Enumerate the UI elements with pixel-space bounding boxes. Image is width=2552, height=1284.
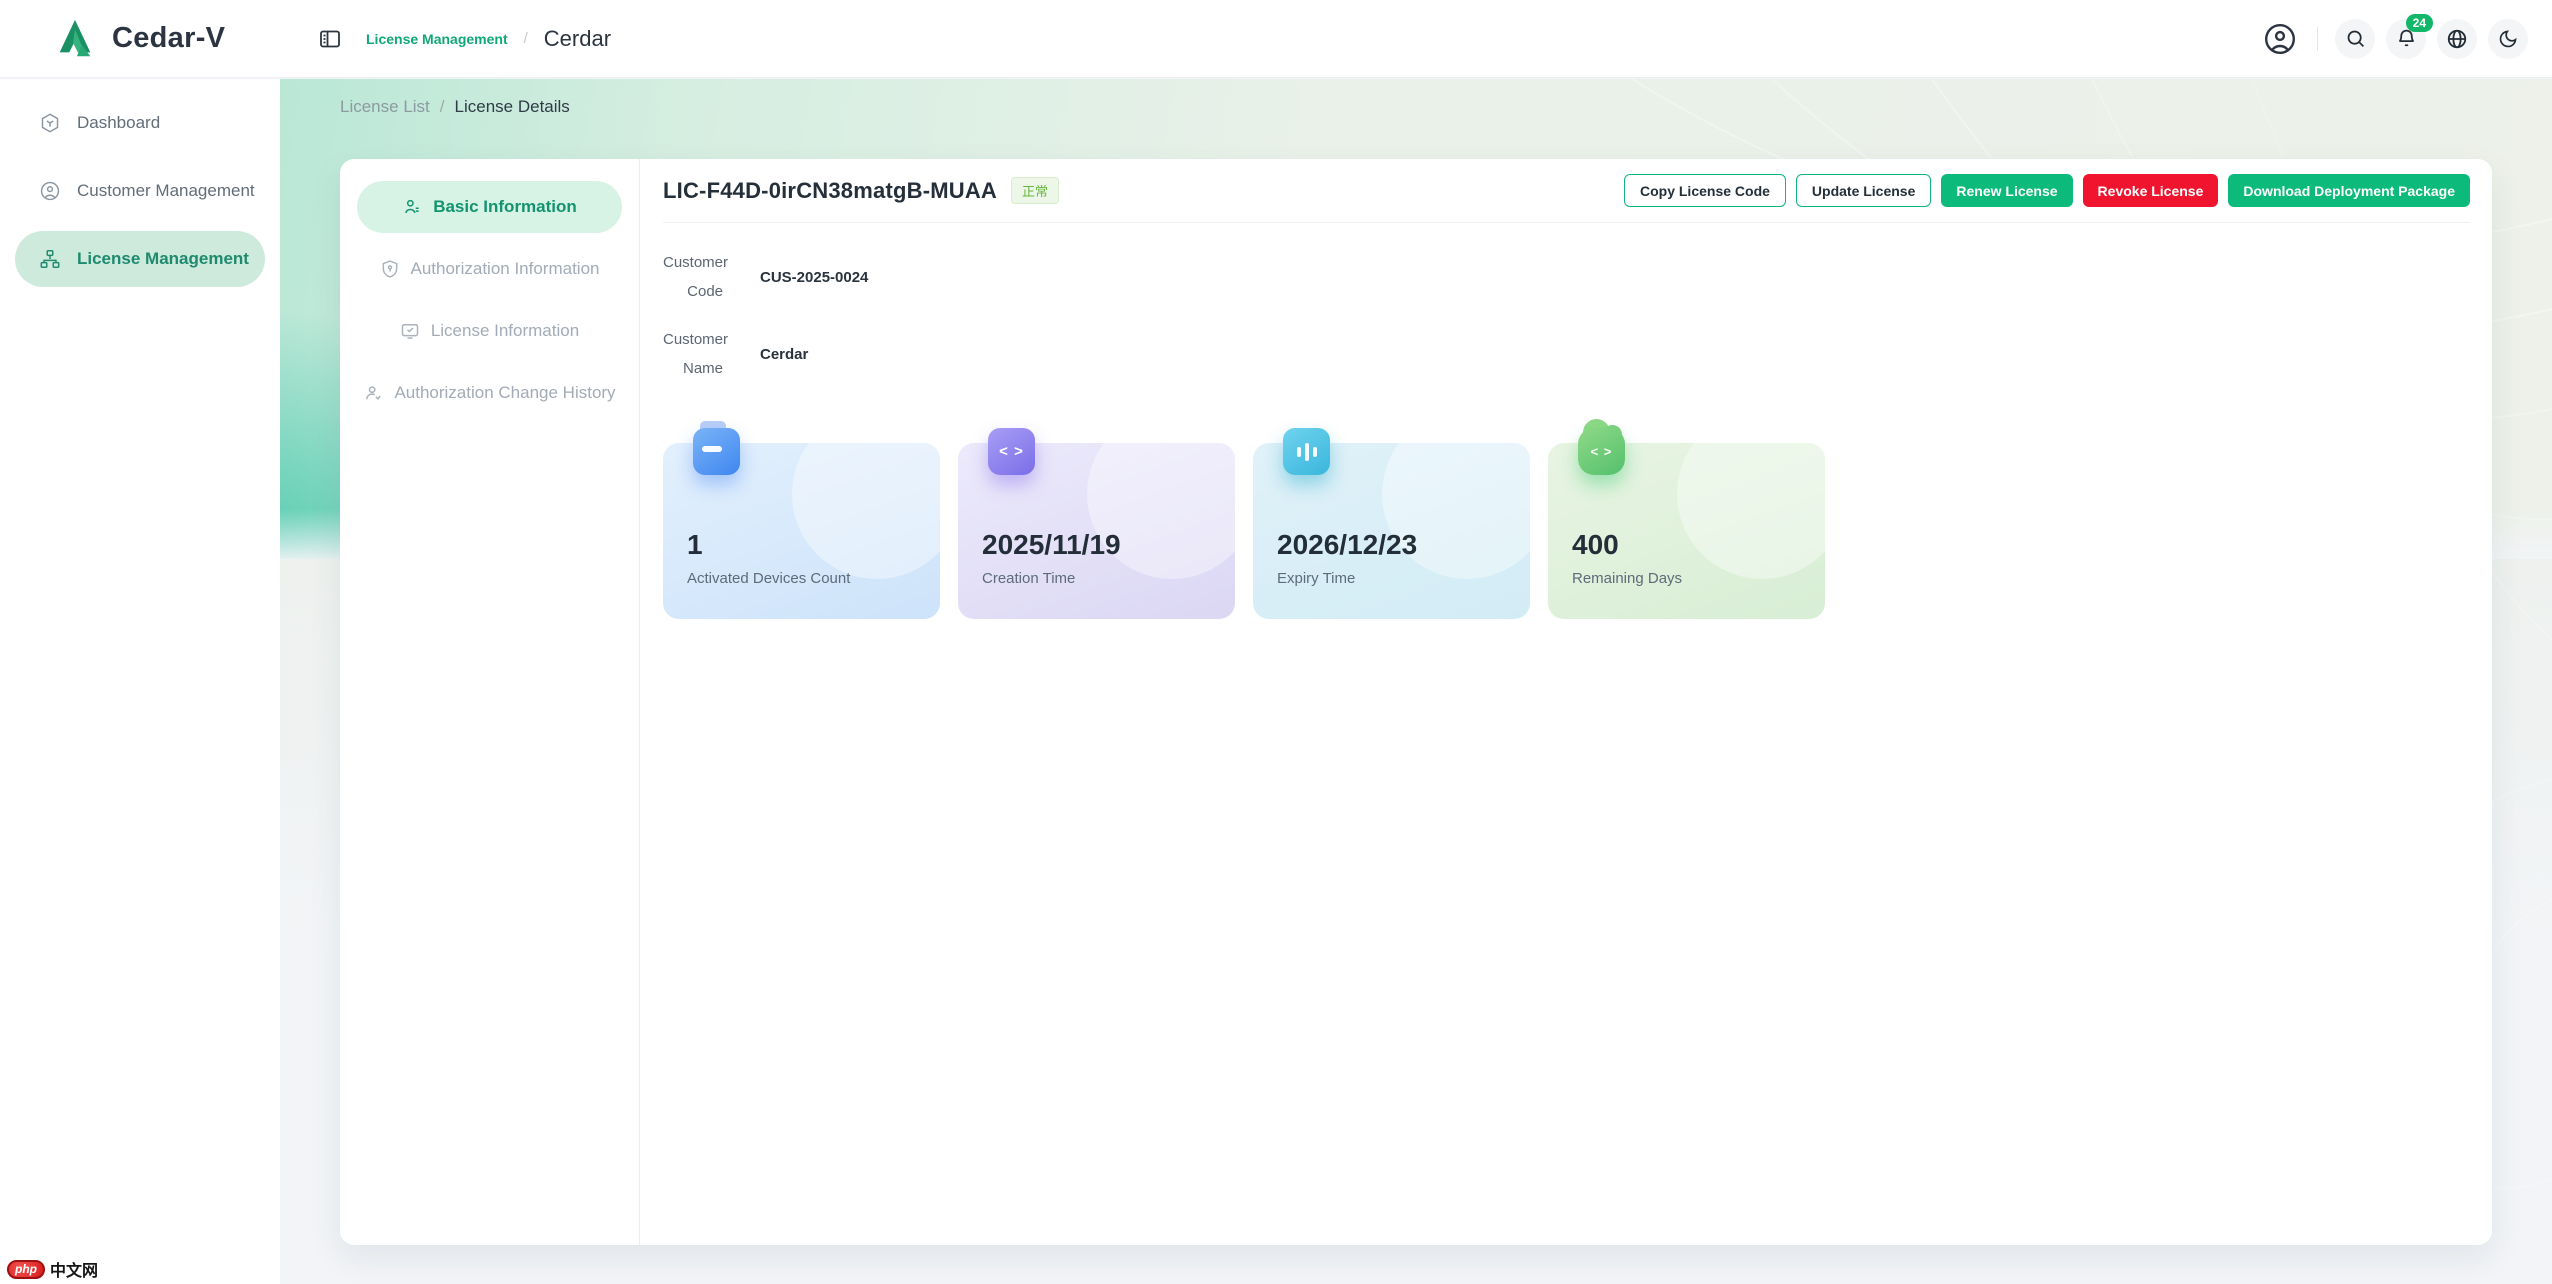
monitor-check-icon bbox=[400, 321, 420, 341]
user-icon bbox=[39, 180, 61, 202]
license-actions: Copy License Code Update License Renew L… bbox=[1624, 174, 2470, 207]
tab-authorization-information[interactable]: Authorization Information bbox=[357, 243, 622, 295]
basic-info-fields: Customer Code CUS-2025-0024 Customer Nam… bbox=[663, 247, 2470, 401]
topbar-breadcrumb-separator: / bbox=[524, 30, 528, 47]
folder-minus-icon bbox=[693, 428, 740, 475]
tab-label: Authorization Information bbox=[411, 259, 600, 279]
download-deployment-package-button[interactable]: Download Deployment Package bbox=[2228, 174, 2470, 207]
breadcrumb-license-list[interactable]: License List bbox=[340, 97, 430, 117]
brand-logo[interactable]: Cedar-V bbox=[0, 16, 280, 62]
revoke-license-button[interactable]: Revoke License bbox=[2083, 174, 2219, 207]
shield-key-icon bbox=[380, 259, 400, 279]
php-badge: php bbox=[7, 1260, 45, 1279]
breadcrumb: License List / License Details bbox=[340, 97, 570, 117]
cube-icon bbox=[39, 112, 61, 134]
customer-name-label: Customer Name bbox=[663, 325, 723, 383]
customer-code-row: Customer Code CUS-2025-0024 bbox=[663, 247, 2470, 307]
topbar: Cedar-V License Management / Cerdar 24 bbox=[0, 0, 2552, 78]
tab-authorization-change-history[interactable]: Authorization Change History bbox=[357, 367, 622, 419]
tab-license-information[interactable]: License Information bbox=[357, 305, 622, 357]
stat-remaining-days: < > 400 Remaining Days bbox=[1548, 443, 1825, 619]
topbar-breadcrumb-license-management[interactable]: License Management bbox=[366, 31, 508, 47]
breadcrumb-current: License Details bbox=[455, 97, 570, 117]
tab-label: Basic Information bbox=[433, 197, 577, 217]
sidebar: Dashboard Customer Management License Ma… bbox=[0, 79, 280, 1284]
content-area: License List / License Details Basic Inf… bbox=[280, 79, 2552, 1284]
search-icon[interactable] bbox=[2335, 19, 2375, 59]
user-card-icon bbox=[402, 197, 422, 217]
customer-name-row: Customer Name Cerdar bbox=[663, 324, 2470, 384]
breadcrumb-separator: / bbox=[440, 97, 445, 117]
stat-label: Remaining Days bbox=[1572, 570, 1801, 587]
stat-value: 2025/11/19 bbox=[982, 529, 1211, 561]
stat-creation-time: < > 2025/11/19 Creation Time bbox=[958, 443, 1235, 619]
topbar-divider bbox=[2317, 27, 2318, 51]
license-header: LIC-F44D-0irCN38matgB-MUAA 正常 Copy Licen… bbox=[663, 159, 2470, 223]
sitemap-icon bbox=[39, 248, 61, 270]
notification-count-badge: 24 bbox=[2406, 14, 2433, 32]
watermark-text: 中文网 bbox=[50, 1257, 98, 1281]
tab-label: Authorization Change History bbox=[394, 383, 615, 403]
sidebar-item-label: Customer Management bbox=[77, 181, 255, 201]
stat-value: 400 bbox=[1572, 529, 1801, 561]
stat-expiry-time: 2026/12/23 Expiry Time bbox=[1253, 443, 1530, 619]
copy-license-code-button[interactable]: Copy License Code bbox=[1624, 174, 1786, 207]
brand-name: Cedar-V bbox=[112, 22, 225, 55]
code-terminal-icon: < > bbox=[988, 428, 1035, 475]
pine-tree-logo-icon bbox=[52, 16, 98, 62]
update-license-button[interactable]: Update License bbox=[1796, 174, 1931, 207]
bell-icon[interactable]: 24 bbox=[2386, 19, 2426, 59]
stat-label: Activated Devices Count bbox=[687, 570, 916, 587]
renew-license-button[interactable]: Renew License bbox=[1941, 174, 2072, 207]
stat-cards: 1 Activated Devices Count < > 2025/11/19… bbox=[663, 443, 2470, 619]
customer-code-label: Customer Code bbox=[663, 248, 723, 306]
stat-label: Creation Time bbox=[982, 570, 1211, 587]
topbar-breadcrumb-current: Cerdar bbox=[544, 26, 611, 52]
license-code-title: LIC-F44D-0irCN38matgB-MUAA bbox=[663, 178, 997, 204]
stat-label: Expiry Time bbox=[1277, 570, 1506, 587]
customer-code-value: CUS-2025-0024 bbox=[760, 269, 868, 286]
sidebar-item-dashboard[interactable]: Dashboard bbox=[15, 95, 265, 151]
sidebar-item-label: Dashboard bbox=[77, 113, 160, 133]
detail-tabs: Basic Information Authorization Informat… bbox=[340, 159, 640, 1245]
sidebar-item-customer-management[interactable]: Customer Management bbox=[15, 163, 265, 219]
license-details-card: Basic Information Authorization Informat… bbox=[340, 159, 2492, 1245]
user-history-icon bbox=[363, 383, 383, 403]
moon-icon[interactable] bbox=[2488, 19, 2528, 59]
sidebar-item-license-management[interactable]: License Management bbox=[15, 231, 265, 287]
tab-label: License Information bbox=[431, 321, 579, 341]
globe-icon[interactable] bbox=[2437, 19, 2477, 59]
panel-toggle-icon[interactable] bbox=[310, 19, 350, 59]
cloud-code-icon: < > bbox=[1578, 428, 1625, 475]
php-cn-watermark: php 中文网 bbox=[7, 1257, 98, 1281]
status-badge: 正常 bbox=[1011, 177, 1059, 204]
stat-activated-devices: 1 Activated Devices Count bbox=[663, 443, 940, 619]
customer-name-value: Cerdar bbox=[760, 346, 808, 363]
tab-basic-information[interactable]: Basic Information bbox=[357, 181, 622, 233]
user-avatar-icon[interactable] bbox=[2260, 19, 2300, 59]
stat-value: 2026/12/23 bbox=[1277, 529, 1506, 561]
equalizer-icon bbox=[1283, 428, 1330, 475]
stat-value: 1 bbox=[687, 529, 916, 561]
sidebar-item-label: License Management bbox=[77, 249, 249, 269]
